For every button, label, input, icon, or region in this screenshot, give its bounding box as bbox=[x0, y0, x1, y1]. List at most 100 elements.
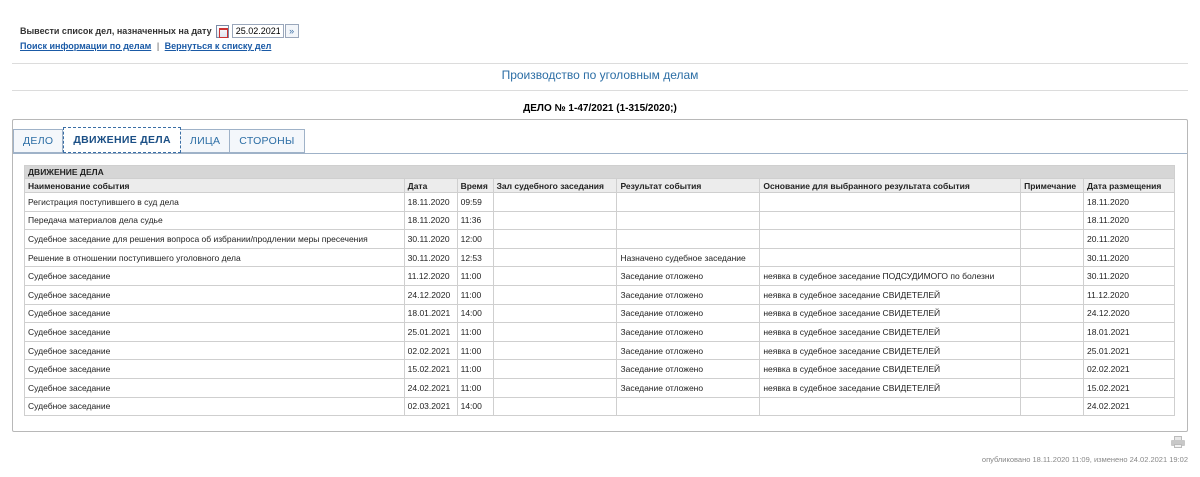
cell-reason: неявка в судебное заседание СВИДЕТЕЛЕЙ bbox=[759, 359, 1022, 379]
cell-result bbox=[616, 396, 761, 417]
case-panel: ДЕЛО ДВИЖЕНИЕ ДЕЛА ЛИЦА СТОРОНЫ ДВИЖЕНИЕ… bbox=[12, 119, 1188, 432]
case-title: ДЕЛО № 1-47/2021 (1-315/2020;) bbox=[523, 103, 677, 114]
cell-posted: 18.11.2020 bbox=[1083, 210, 1175, 231]
cell-posted: 15.02.2021 bbox=[1083, 377, 1175, 398]
cell-courtroom bbox=[492, 322, 618, 342]
cell-note bbox=[1020, 340, 1085, 361]
cell-result: Заседание отложено bbox=[616, 266, 761, 286]
cell-posted: 30.11.2020 bbox=[1083, 247, 1175, 268]
cell-courtroom bbox=[492, 192, 618, 212]
cell-courtroom bbox=[492, 359, 618, 379]
col-header-posted: Дата размещения bbox=[1083, 178, 1175, 193]
table-row: Судебное заседание 11.12.2020 11:00 Заседан… bbox=[24, 266, 1175, 286]
cell-reason: неявка в судебное заседание СВИДЕТЕЛЕЙ bbox=[759, 340, 1022, 361]
cell-result: Заседание отложено bbox=[616, 303, 761, 324]
cell-date: 02.02.2021 bbox=[403, 340, 458, 361]
table-row: Решение в отношении поступившего уголовн… bbox=[24, 247, 1175, 268]
cell-posted: 11.12.2020 bbox=[1083, 284, 1175, 305]
cell-note bbox=[1020, 210, 1085, 231]
tab-persons[interactable]: ЛИЦА bbox=[180, 129, 231, 153]
col-header-event: Наименование события bbox=[24, 178, 405, 193]
cell-result bbox=[616, 229, 761, 249]
cell-time: 11:00 bbox=[456, 359, 494, 379]
back-to-list-link[interactable]: Вернуться к списку дел bbox=[165, 41, 272, 51]
cell-note bbox=[1020, 229, 1085, 249]
cell-reason: неявка в судебное заседание СВИДЕТЕЛЕЙ bbox=[759, 284, 1022, 305]
cell-date: 15.02.2021 bbox=[403, 359, 458, 379]
table-row: Передача материалов дела судье 18.11.2020… bbox=[24, 210, 1175, 231]
cell-note bbox=[1020, 377, 1085, 398]
cell-reason: неявка в судебное заседание ПОДСУДИМОГО … bbox=[759, 266, 1022, 286]
cell-posted: 02.02.2021 bbox=[1083, 359, 1175, 379]
cell-date: 30.11.2020 bbox=[403, 247, 458, 268]
tab-case[interactable]: ДЕЛО bbox=[13, 129, 64, 153]
cell-posted: 18.01.2021 bbox=[1083, 322, 1175, 342]
cell-event: Решение в отношении поступившего уголовн… bbox=[24, 247, 405, 268]
cell-time: 12:53 bbox=[456, 247, 494, 268]
cell-result bbox=[616, 210, 761, 231]
cell-reason bbox=[759, 192, 1022, 212]
cell-result: Назначено судебное заседание bbox=[616, 247, 761, 268]
table-row: Судебное заседание 25.01.2021 11:00 Заседан… bbox=[24, 322, 1175, 342]
table-row: Судебное заседание 15.02.2021 11:00 Заседан… bbox=[24, 359, 1175, 379]
cell-courtroom bbox=[492, 303, 618, 324]
cell-time: 11:00 bbox=[456, 340, 494, 361]
cell-date: 24.12.2020 bbox=[403, 284, 458, 305]
cell-result: Заседание отложено bbox=[616, 359, 761, 379]
cell-posted: 30.11.2020 bbox=[1083, 266, 1175, 286]
cell-date: 25.01.2021 bbox=[403, 322, 458, 342]
table-row: Регистрация поступившего в суд дела 18.11… bbox=[24, 192, 1175, 212]
cell-time: 11:00 bbox=[456, 284, 494, 305]
tab-underline bbox=[13, 153, 1187, 154]
cell-time: 09:59 bbox=[456, 192, 494, 212]
cell-date: 18.01.2021 bbox=[403, 303, 458, 324]
date-filter: Вывести список дел, назначенных на дату … bbox=[20, 24, 299, 38]
search-cases-link[interactable]: Поиск информации по делам bbox=[20, 41, 151, 51]
cell-date: 02.03.2021 bbox=[403, 396, 458, 417]
cell-event: Судебное заседание bbox=[24, 377, 405, 398]
cell-date: 30.11.2020 bbox=[403, 229, 458, 249]
table-caption: ДВИЖЕНИЕ ДЕЛА bbox=[24, 165, 1175, 179]
date-input[interactable] bbox=[231, 24, 284, 38]
nav-links: Поиск информации по делам | Вернуться к … bbox=[20, 41, 271, 51]
cell-date: 18.11.2020 bbox=[403, 210, 458, 231]
cell-event: Судебное заседание bbox=[24, 340, 405, 361]
cell-reason: неявка в судебное заседание СВИДЕТЕЛЕЙ bbox=[759, 377, 1022, 398]
table-row: Судебное заседание для решения вопроса о… bbox=[24, 229, 1175, 249]
calendar-icon[interactable] bbox=[215, 24, 229, 38]
cell-time: 11:00 bbox=[456, 266, 494, 286]
cell-posted: 24.02.2021 bbox=[1083, 396, 1175, 417]
cell-reason: неявка в судебное заседание СВИДЕТЕЛЕЙ bbox=[759, 322, 1022, 342]
cell-result bbox=[616, 192, 761, 212]
divider-bottom bbox=[12, 90, 1188, 91]
go-button[interactable]: » bbox=[284, 24, 299, 38]
table-row: Судебное заседание 02.02.2021 11:00 Заседан… bbox=[24, 340, 1175, 361]
table-row: Судебное заседание 02.03.2021 14:00 24.02.2… bbox=[24, 396, 1175, 417]
cell-note bbox=[1020, 247, 1085, 268]
cell-reason bbox=[759, 247, 1022, 268]
cell-note bbox=[1020, 359, 1085, 379]
col-header-date: Дата bbox=[403, 178, 458, 193]
cell-time: 14:00 bbox=[456, 303, 494, 324]
cell-time: 11:00 bbox=[456, 377, 494, 398]
divider-top bbox=[12, 63, 1188, 64]
cell-time: 11:00 bbox=[456, 322, 494, 342]
cell-event: Передача материалов дела судье bbox=[24, 210, 405, 231]
cell-result: Заседание отложено bbox=[616, 284, 761, 305]
cell-reason bbox=[759, 229, 1022, 249]
table-row: Судебное заседание 24.12.2020 11:00 Заседан… bbox=[24, 284, 1175, 305]
cell-result: Заседание отложено bbox=[616, 377, 761, 398]
cell-posted: 18.11.2020 bbox=[1083, 192, 1175, 212]
cell-event: Судебное заседание bbox=[24, 284, 405, 305]
printer-icon[interactable] bbox=[1171, 436, 1185, 448]
table-row: Судебное заседание 24.02.2021 11:00 Заседан… bbox=[24, 377, 1175, 398]
col-header-reason: Основание для выбранного результата собы… bbox=[759, 178, 1022, 193]
cell-note bbox=[1020, 322, 1085, 342]
tab-parties[interactable]: СТОРОНЫ bbox=[230, 129, 305, 153]
table-row: Судебное заседание 18.01.2021 14:00 Заседан… bbox=[24, 303, 1175, 324]
section-title: Производство по уголовным делам bbox=[501, 68, 699, 82]
cell-result: Заседание отложено bbox=[616, 340, 761, 361]
cell-courtroom bbox=[492, 284, 618, 305]
table-header-row: Наименование события Дата Время Зал суде… bbox=[24, 178, 1175, 193]
tab-case-movement[interactable]: ДВИЖЕНИЕ ДЕЛА bbox=[63, 127, 181, 153]
